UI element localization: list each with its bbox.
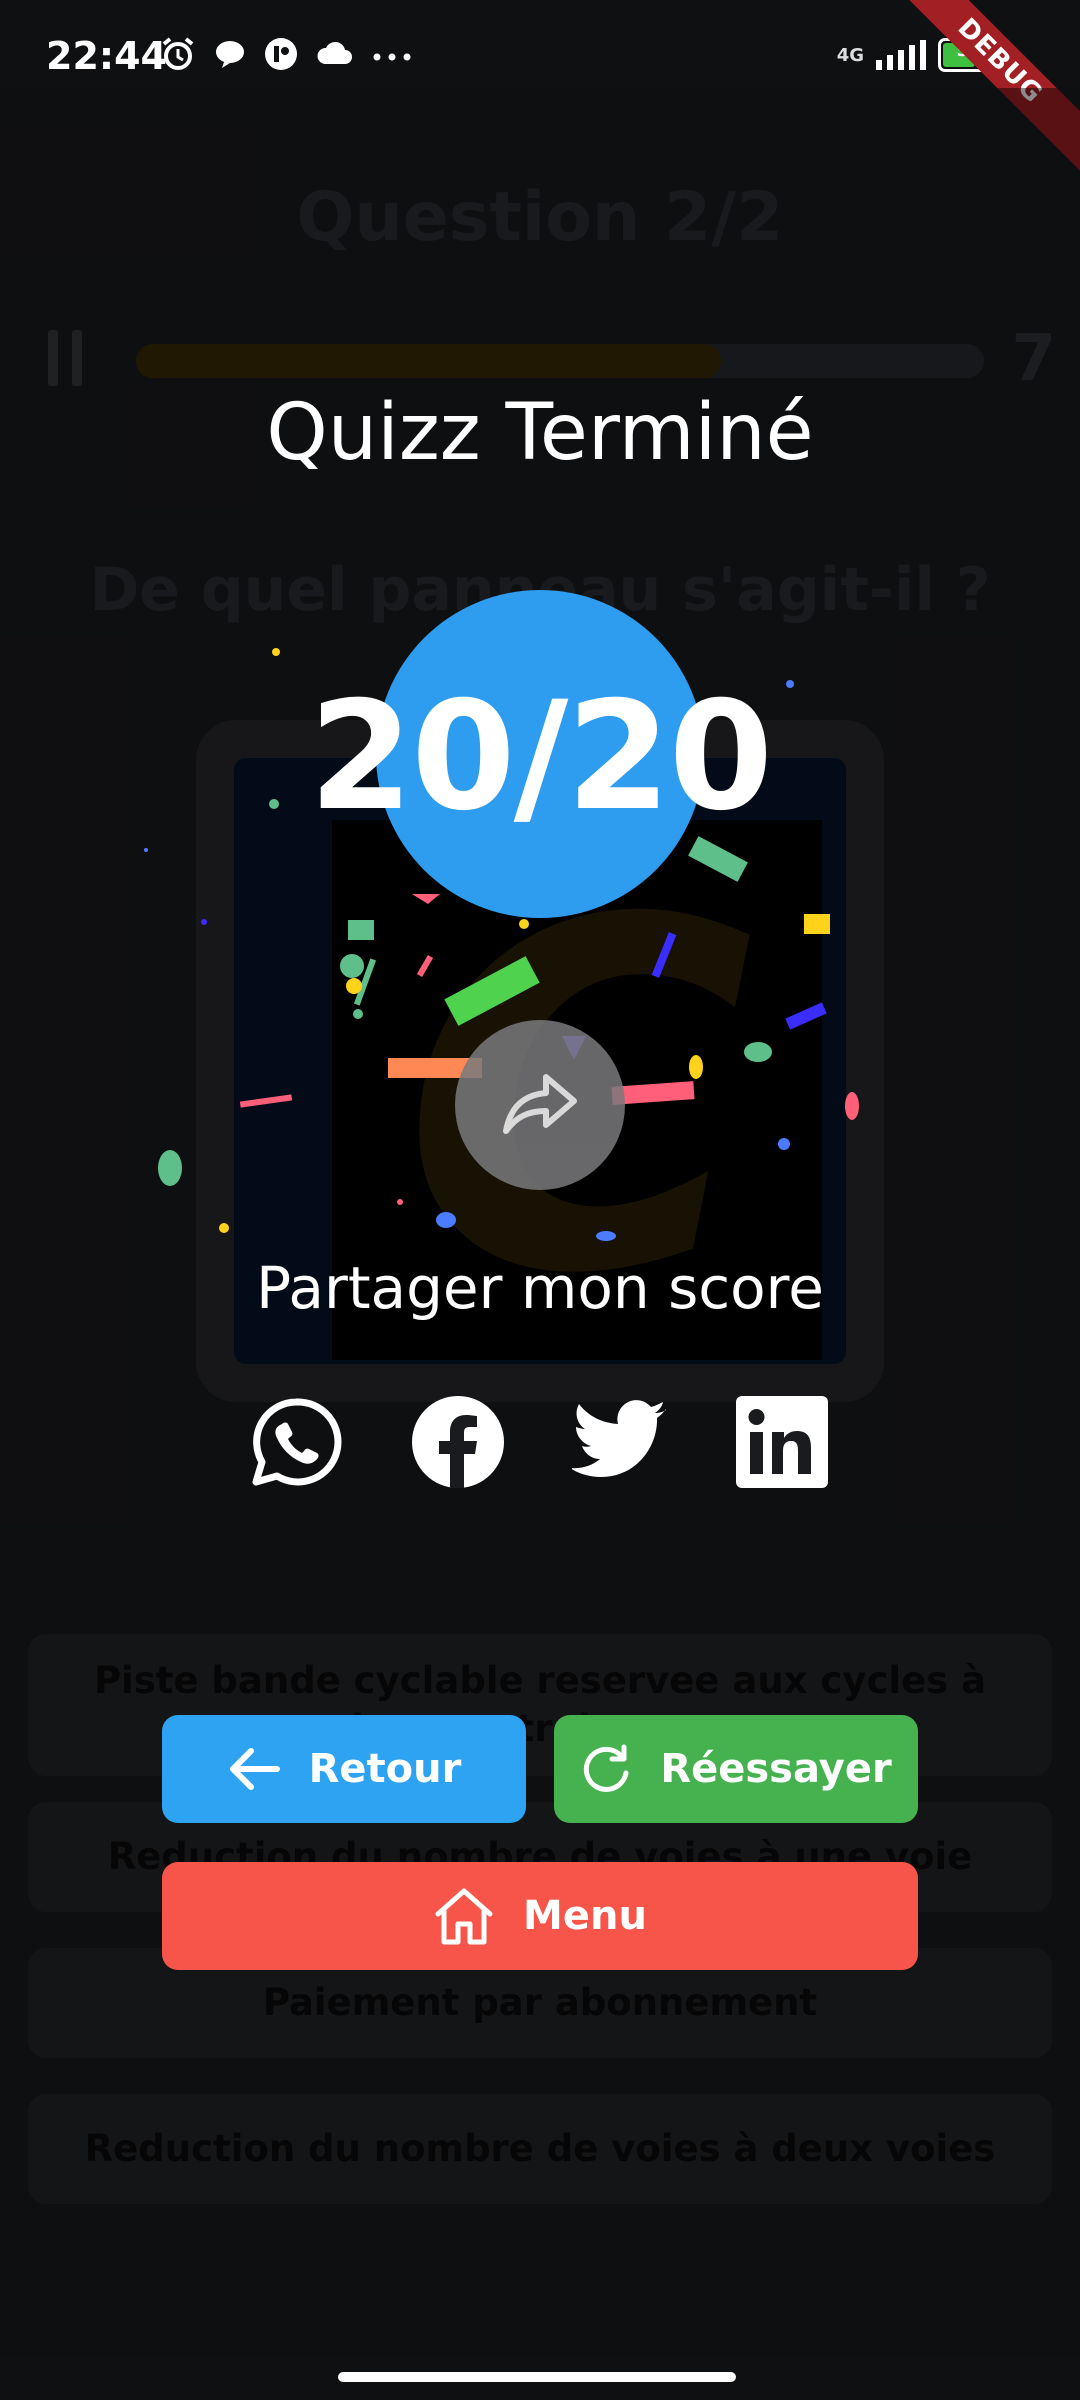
home-indicator[interactable] — [338, 2372, 736, 2382]
status-bar: 22:44 4G 55 DEBUG — [0, 0, 1080, 182]
cloud-icon — [316, 40, 354, 72]
retry-button[interactable]: Réessayer — [554, 1715, 918, 1823]
network-type: 4G — [836, 44, 864, 66]
retry-button-label: Réessayer — [660, 1746, 892, 1792]
refresh-icon — [584, 1744, 629, 1792]
arrow-left-icon — [229, 1748, 280, 1790]
whatsapp-icon[interactable] — [250, 1396, 342, 1488]
share-label: Partager mon score — [256, 1254, 824, 1322]
back-button[interactable]: Retour — [162, 1715, 526, 1823]
chat-icon — [214, 38, 246, 74]
twitter-icon[interactable] — [570, 1396, 666, 1488]
app-badge-icon — [264, 37, 298, 75]
share-button[interactable] — [455, 1020, 625, 1190]
linkedin-icon[interactable] — [736, 1396, 828, 1488]
share-arrow-icon — [503, 1074, 577, 1134]
status-icons — [160, 36, 412, 76]
result-title: Quizz Terminé — [266, 388, 814, 478]
signal-icon — [876, 40, 926, 70]
facebook-icon[interactable] — [412, 1396, 504, 1488]
menu-button[interactable]: Menu — [162, 1862, 918, 1970]
status-time: 22:44 — [46, 34, 167, 78]
menu-button-label: Menu — [523, 1893, 647, 1939]
alarm-icon — [160, 36, 196, 76]
more-dots-icon — [372, 47, 412, 66]
score-value: 20/20 — [308, 670, 773, 844]
home-icon — [435, 1888, 493, 1945]
back-button-label: Retour — [308, 1746, 462, 1792]
